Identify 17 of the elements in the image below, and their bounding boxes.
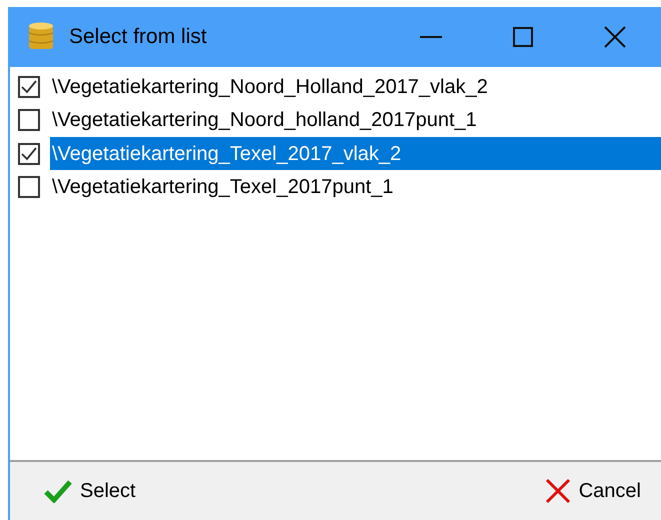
check-icon — [44, 479, 72, 503]
minimize-icon — [420, 36, 442, 38]
list-item[interactable]: \Vegetatiekartering_Noord_holland_2017punt_1 — [50, 104, 661, 137]
close-icon — [604, 26, 626, 48]
maximize-icon — [513, 27, 533, 47]
list-item[interactable]: \Vegetatiekartering_Texel_2017punt_1 — [50, 170, 661, 204]
checkbox[interactable] — [18, 109, 40, 132]
close-icon — [544, 478, 571, 504]
list-item[interactable]: \Vegetatiekartering_Texel_2017_vlak_2 — [50, 137, 661, 170]
cancel-button[interactable]: Cancel — [544, 476, 641, 506]
checkbox[interactable] — [18, 176, 40, 198]
window-title: Select from list — [69, 24, 207, 50]
select-button[interactable]: Select — [44, 476, 136, 506]
list-item[interactable]: \Vegetatiekartering_Noord_Holland_2017_vlak_2 — [50, 70, 661, 104]
checkbox[interactable] — [18, 76, 40, 98]
database-icon — [28, 22, 54, 52]
checkbox[interactable] — [18, 142, 40, 165]
